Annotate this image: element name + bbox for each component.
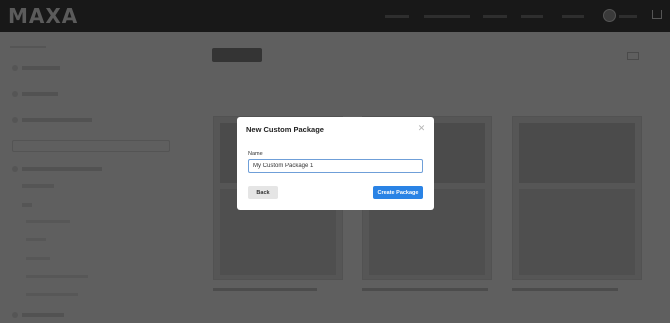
designs-icon xyxy=(12,65,18,71)
sidebar-subitem[interactable] xyxy=(26,238,46,241)
sidebar-select[interactable] xyxy=(12,140,170,152)
nav-item-2[interactable] xyxy=(424,15,470,18)
packages-icon xyxy=(12,117,18,123)
sidebar-subitem[interactable] xyxy=(26,293,78,296)
sidebar-subitem[interactable] xyxy=(26,275,88,278)
template-thumbnail xyxy=(519,189,635,275)
account-name[interactable] xyxy=(619,15,637,18)
scheduled-icon xyxy=(12,91,18,97)
package-name-input[interactable] xyxy=(248,159,423,173)
template-card[interactable] xyxy=(512,116,642,280)
sidebar-subitem[interactable] xyxy=(22,203,32,207)
templates-dropdown-button[interactable] xyxy=(212,48,262,62)
tags-icon xyxy=(12,312,18,318)
cart-icon[interactable] xyxy=(652,10,662,19)
template-caption[interactable] xyxy=(362,288,488,291)
sidebar-item-templates[interactable] xyxy=(22,167,102,171)
name-label: Name xyxy=(248,151,263,157)
new-package-modal: New Custom Package ✕ Name Back Create Pa… xyxy=(237,117,434,210)
close-icon[interactable]: ✕ xyxy=(417,124,426,133)
sidebar-subitem[interactable] xyxy=(26,220,70,223)
sidebar-item-tags[interactable] xyxy=(22,313,64,317)
nav-item-4[interactable] xyxy=(521,15,543,18)
template-caption[interactable] xyxy=(512,288,618,291)
templates-icon xyxy=(12,166,18,172)
create-package-button[interactable]: Create Package xyxy=(373,186,423,199)
nav-item-5[interactable] xyxy=(562,15,584,18)
sidebar-item-scheduled[interactable] xyxy=(22,92,58,96)
account-avatar[interactable] xyxy=(603,9,616,22)
template-thumbnail xyxy=(519,123,635,183)
sidebar-item-packages[interactable] xyxy=(22,118,92,122)
nav-item-1[interactable] xyxy=(385,15,409,18)
breadcrumb xyxy=(10,46,46,48)
maxa-logo[interactable]: MAXA xyxy=(8,4,78,28)
back-button[interactable]: Back xyxy=(248,186,278,199)
top-navigation-bar: MAXA xyxy=(0,0,670,32)
sidebar-item-designs[interactable] xyxy=(22,66,60,70)
nav-item-3[interactable] xyxy=(483,15,507,18)
sidebar-subitem[interactable] xyxy=(26,257,50,260)
modal-title: New Custom Package xyxy=(246,125,324,134)
sidebar-subitem[interactable] xyxy=(22,184,54,188)
template-caption[interactable] xyxy=(213,288,317,291)
grid-view-icon[interactable] xyxy=(627,52,639,60)
